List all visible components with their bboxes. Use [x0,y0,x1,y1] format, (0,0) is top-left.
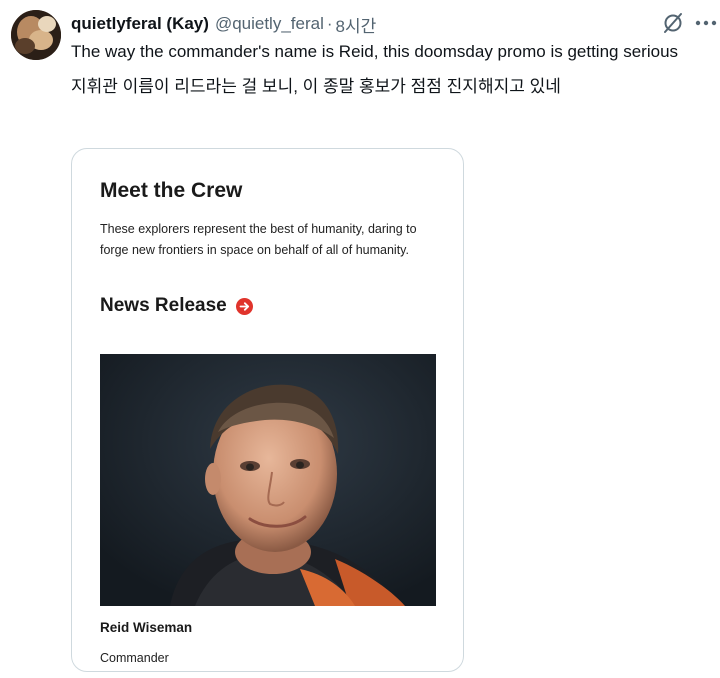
news-release-label: News Release [100,295,227,316]
news-release-link[interactable]: News Release [100,295,253,317]
more-icon[interactable] [694,12,718,34]
tweet-text: The way the commander's name is Reid, th… [71,39,711,99]
avatar[interactable] [11,10,61,60]
separator-dot: · [326,14,333,33]
crew-portrait [100,354,436,606]
grok-icon[interactable] [662,12,684,34]
tweet-header: quietlyferal (Kay) @quietly_feral · 8시간 [71,12,376,36]
tweet-timestamp[interactable]: 8시간 [336,12,377,37]
tweet-text-english: The way the commander's name is Reid, th… [71,42,679,61]
crew-member-name: Reid Wiseman [100,620,193,635]
card-description: These explorers represent the best of hu… [100,222,417,257]
author-handle[interactable]: @quietly_feral [215,14,324,34]
card-title: Meet the Crew [100,179,243,202]
crew-member-role: Commander [100,651,169,665]
author-display-name[interactable]: quietlyferal (Kay) [71,14,209,34]
tweet-text-korean: 지휘관 이름이 리드라는 걸 보니, 이 종말 홍보가 점점 진지해지고 있네 [71,77,561,96]
arrow-right-circle-icon [235,297,253,315]
media-card[interactable]: Meet the Crew These explorers represent … [71,148,464,672]
tweet: quietlyferal (Kay) @quietly_feral · 8시간 … [0,0,720,678]
